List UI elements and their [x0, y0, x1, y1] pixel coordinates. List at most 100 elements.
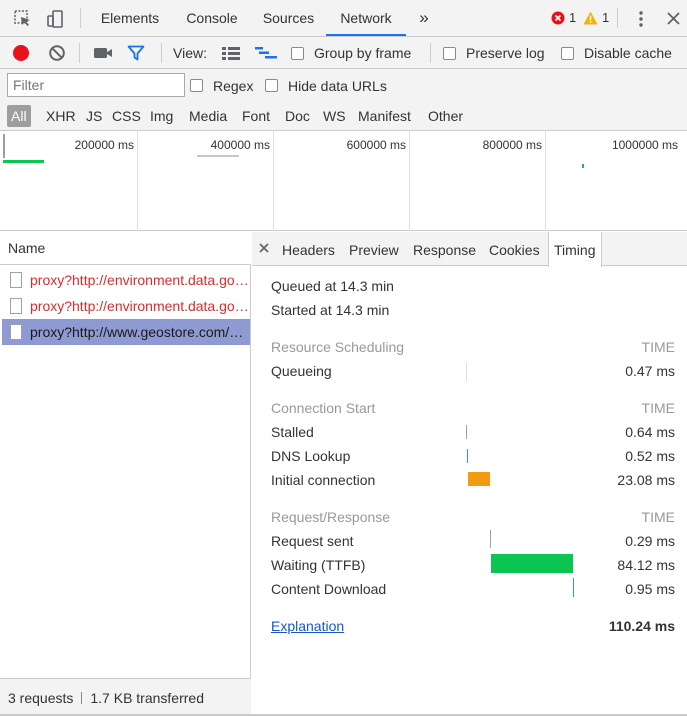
tab-network[interactable]: Network [326, 0, 406, 36]
overview-tick-label: 200000 ms [74, 138, 134, 152]
list-view-icon [222, 46, 240, 60]
timing-bar [466, 363, 467, 381]
timing-bar [573, 578, 574, 597]
explanation-link[interactable]: Explanation [271, 618, 344, 634]
group-by-frame-checkbox[interactable]: Group by frame [291, 37, 411, 69]
network-summary: 3 requests 1.7 KB transferred [0, 678, 251, 716]
divider [617, 8, 618, 28]
time-header: TIME [641, 339, 675, 355]
tab-console[interactable]: Console [184, 0, 240, 36]
name-column-header[interactable]: Name [0, 232, 251, 265]
checkbox[interactable] [190, 79, 203, 92]
tab-response[interactable]: Response [413, 232, 476, 266]
record-button[interactable] [12, 37, 30, 69]
tab-sources[interactable]: Sources [261, 0, 316, 36]
timing-label: Initial connection [271, 472, 376, 488]
large-rows-toggle[interactable] [222, 37, 240, 69]
warning-count: 1 [602, 10, 610, 25]
request-row[interactable]: proxy?http://environment.data.gov.uk [2, 293, 250, 319]
disable-cache-checkbox[interactable]: Disable cache [561, 37, 672, 69]
overview-timeline[interactable]: 200000 ms 400000 ms 600000 ms 800000 ms … [0, 131, 687, 231]
timing-row-dns-lookup: DNS Lookup 0.52 ms [271, 448, 675, 468]
type-all[interactable]: All [7, 105, 31, 127]
timing-row-queueing: Queueing 0.47 ms [271, 363, 675, 383]
checkbox[interactable] [443, 46, 456, 60]
close-icon[interactable] [256, 240, 272, 256]
type-font[interactable]: Font [238, 105, 274, 127]
request-row[interactable]: proxy?http://environment.data.gov.uk [2, 267, 250, 293]
type-xhr[interactable]: XHR [42, 105, 80, 127]
gridline [409, 131, 410, 231]
timing-row-stalled: Stalled 0.64 ms [271, 424, 675, 444]
timing-value: 0.64 ms [625, 424, 675, 440]
filter-input[interactable] [7, 73, 185, 97]
checkbox[interactable] [265, 79, 278, 92]
section-title: Resource Scheduling [271, 339, 405, 355]
tab-headers[interactable]: Headers [282, 232, 335, 266]
request-details-pane: Headers Preview Response Cookies Timing … [252, 232, 687, 716]
timing-value: 0.52 ms [625, 448, 675, 464]
request-name: proxy?http://environment.data.gov.uk [30, 298, 250, 314]
clear-button[interactable] [48, 37, 66, 69]
type-css[interactable]: CSS [108, 105, 145, 127]
kebab-menu-icon[interactable] [630, 8, 652, 30]
tab-cookies[interactable]: Cookies [489, 232, 540, 266]
section-resource-scheduling: Resource Scheduling TIME [271, 339, 675, 355]
checkbox[interactable] [561, 46, 574, 60]
tab-timing[interactable]: Timing [548, 232, 602, 267]
timing-value: 0.29 ms [625, 533, 675, 549]
close-icon[interactable] [663, 8, 685, 30]
devtools-tabbar: Elements Console Sources Network » 1 1 [0, 0, 687, 37]
started-at: Started at 14.3 min [271, 302, 390, 318]
type-manifest[interactable]: Manifest [354, 105, 415, 127]
gridline [273, 131, 274, 231]
group-by-frame-label: Group by frame [314, 45, 412, 61]
file-icon [10, 272, 22, 288]
type-ws[interactable]: WS [319, 105, 350, 127]
timing-bar [467, 449, 468, 463]
divider [430, 43, 431, 63]
preserve-log-checkbox[interactable]: Preserve log [443, 37, 545, 69]
timing-bar [491, 554, 573, 573]
timing-label: Queueing [271, 363, 332, 379]
warning-icon [583, 11, 598, 25]
tab-preview[interactable]: Preview [349, 232, 399, 266]
warning-count-badge[interactable]: 1 [583, 10, 609, 25]
timing-bar [466, 425, 467, 439]
timing-row-content-download: Content Download 0.95 ms [271, 578, 675, 601]
type-js[interactable]: JS [82, 105, 106, 127]
regex-checkbox[interactable]: Regex [190, 69, 253, 102]
device-icon[interactable] [44, 8, 66, 30]
checkbox[interactable] [291, 46, 304, 60]
type-other[interactable]: Other [424, 105, 467, 127]
overview-window-handle[interactable] [3, 134, 5, 158]
section-connection-start: Connection Start TIME [271, 400, 675, 416]
screenshot-button[interactable] [93, 37, 113, 69]
gridline [545, 131, 546, 231]
time-header: TIME [641, 509, 675, 525]
filter-toggle-button[interactable] [127, 37, 145, 69]
timing-label: Request sent [271, 533, 354, 549]
overview-tick-label: 400000 ms [210, 138, 270, 152]
waterfall-view-icon [255, 46, 277, 60]
overview-request-bar [197, 155, 239, 157]
disable-cache-label: Disable cache [584, 45, 672, 61]
timing-row-request-sent: Request sent 0.29 ms [271, 530, 675, 553]
timing-bar [490, 530, 491, 548]
more-tabs-button[interactable]: » [416, 0, 432, 36]
type-media[interactable]: Media [185, 105, 231, 127]
type-doc[interactable]: Doc [281, 105, 314, 127]
overview-toggle[interactable] [255, 37, 277, 69]
error-count-badge[interactable]: 1 [551, 10, 576, 25]
overview-request-bar [3, 160, 44, 163]
timing-bar [468, 472, 490, 486]
timing-value: 23.08 ms [617, 472, 675, 488]
tab-elements[interactable]: Elements [99, 0, 161, 36]
hide-data-urls-checkbox[interactable]: Hide data URLs [265, 69, 387, 102]
type-img[interactable]: Img [146, 105, 177, 127]
inspect-icon[interactable] [12, 8, 34, 30]
request-row-selected[interactable]: proxy?http://www.geostore.com/OGC [2, 319, 250, 345]
gridline [137, 131, 138, 231]
timing-row-waiting: Waiting (TTFB) 84.12 ms [271, 554, 675, 577]
camera-icon [93, 46, 113, 60]
